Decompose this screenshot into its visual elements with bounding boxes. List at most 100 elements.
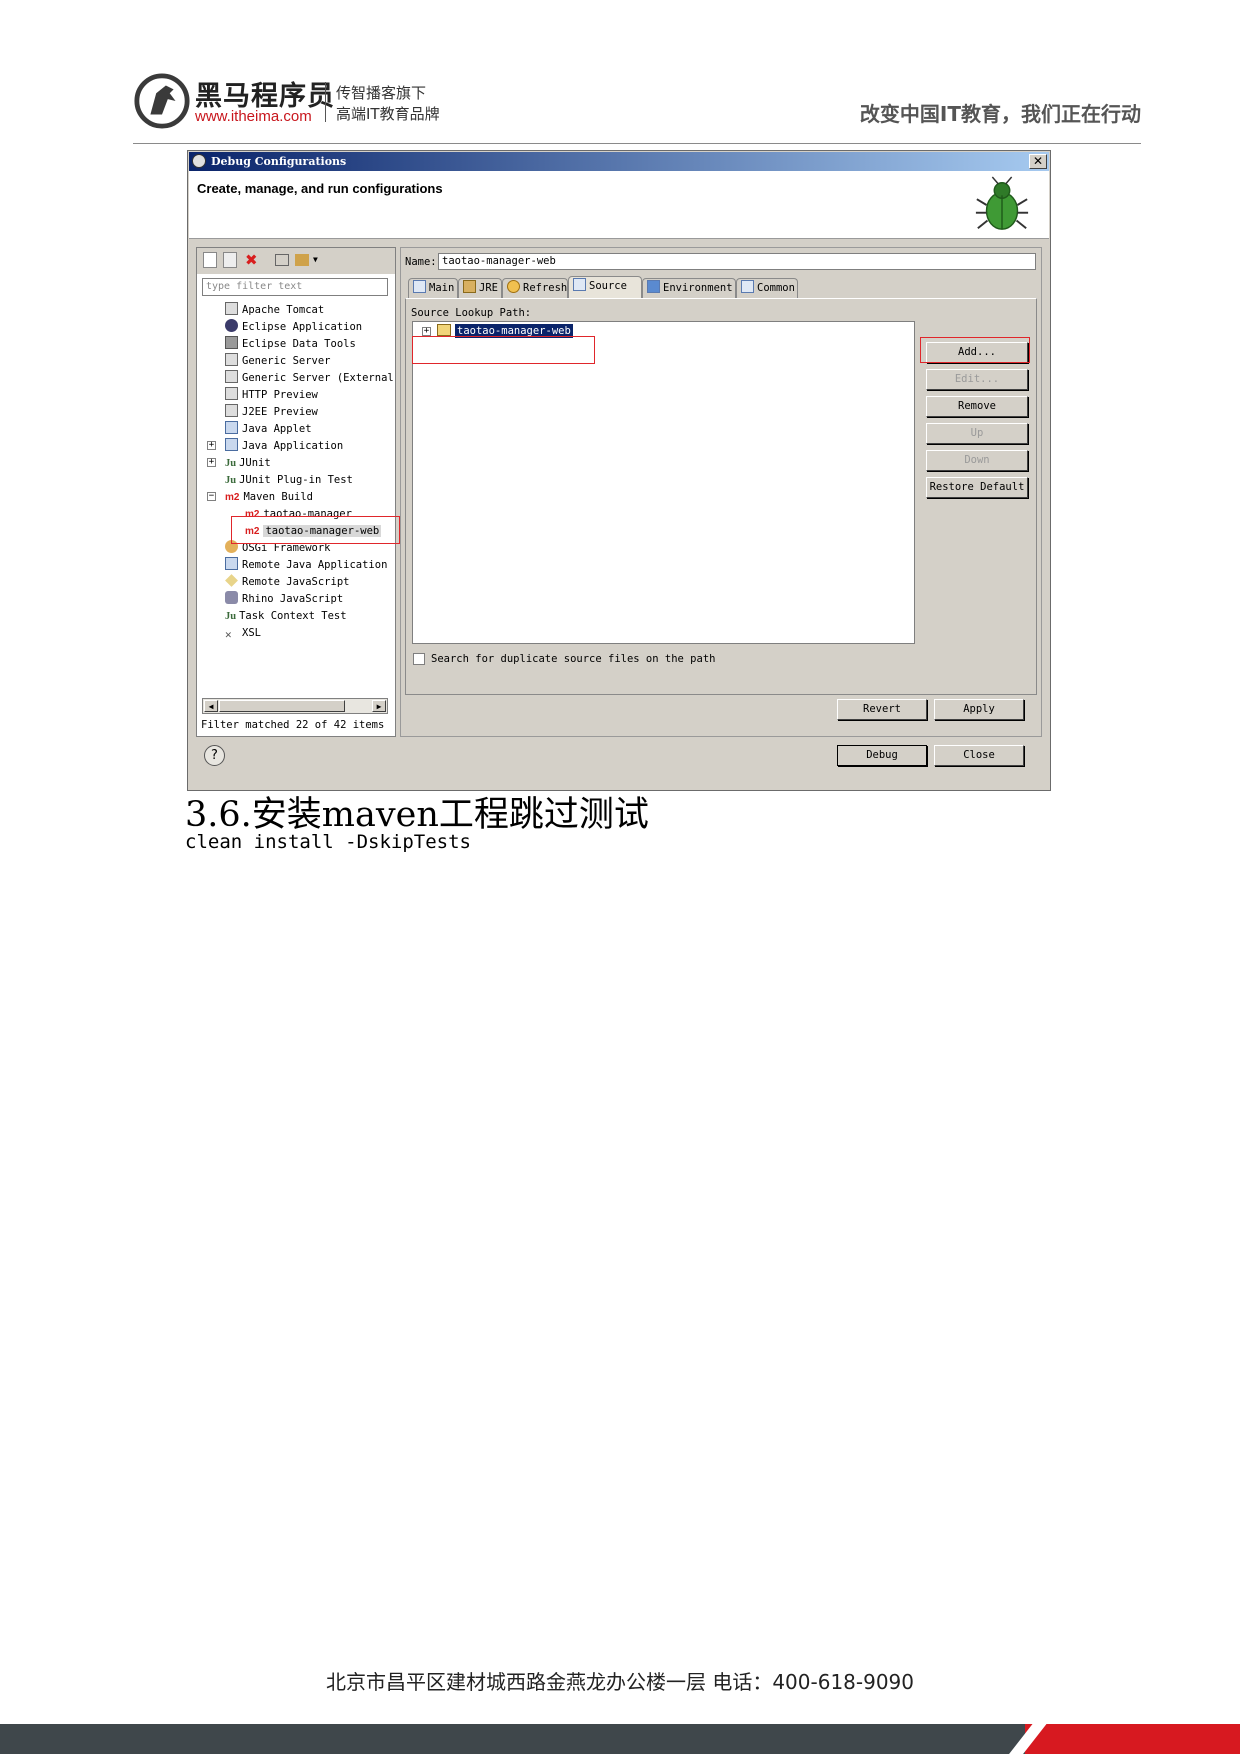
brand-tagline-2: 高端IT教育品牌 xyxy=(336,105,440,123)
tree-item-task-context-test[interactable]: Ju Task Context Test xyxy=(225,608,347,624)
expand-icon[interactable]: + xyxy=(207,458,216,467)
dialog-titlebar: Debug Configurations ✕ xyxy=(189,152,1049,171)
dialog-banner: Create, manage, and run configurations xyxy=(189,171,1049,239)
server-icon xyxy=(225,387,238,400)
dialog-title: Debug Configurations xyxy=(211,155,347,168)
remove-button[interactable]: Remove xyxy=(926,396,1028,417)
configuration-tree-panel: ✖ ▼ type filter text Apache Tomcat Eclip… xyxy=(196,247,400,737)
duplicate-search-checkbox[interactable] xyxy=(413,653,425,665)
duplicate-search-label: Search for duplicate source files on the… xyxy=(431,653,716,665)
configuration-detail-panel: Name: taotao-manager-web Main JRE Refres… xyxy=(400,247,1042,737)
tree-item-http-preview[interactable]: HTTP Preview xyxy=(225,387,318,403)
name-field[interactable]: taotao-manager-web xyxy=(438,253,1036,270)
highlight-box xyxy=(231,516,400,544)
tree-item-generic-server-external[interactable]: Generic Server (External xyxy=(225,370,394,386)
apply-button[interactable]: Apply xyxy=(934,699,1024,720)
tree-item-remote-javascript[interactable]: Remote JavaScript xyxy=(225,574,349,590)
name-label: Name: xyxy=(405,256,437,268)
highlight-box xyxy=(412,336,595,364)
expand-icon[interactable]: + xyxy=(207,441,216,450)
tree-item-java-applet[interactable]: Java Applet xyxy=(225,421,312,437)
restore-default-button[interactable]: Restore Default xyxy=(926,477,1028,498)
project-folder-icon xyxy=(437,324,451,336)
remote-java-icon xyxy=(225,557,238,570)
tab-jre[interactable]: JRE xyxy=(458,278,502,298)
tree-item-eclipse-application[interactable]: Eclipse Application xyxy=(225,319,362,335)
up-button[interactable]: Up xyxy=(926,423,1028,444)
source-tab-icon xyxy=(573,278,586,291)
header-slogan: 改变中国IT教育，我们正在行动 xyxy=(859,102,1141,126)
new-config-icon[interactable] xyxy=(203,252,217,268)
horse-logo-icon xyxy=(134,73,190,129)
java-app-icon xyxy=(225,438,238,451)
tree-item-java-application[interactable]: + Java Application xyxy=(207,438,343,454)
filter-dropdown-icon[interactable]: ▼ xyxy=(313,252,327,268)
tree-item-maven-build[interactable]: − m2 Maven Build xyxy=(207,489,313,505)
tree-item-eclipse-data-tools[interactable]: Eclipse Data Tools xyxy=(225,336,356,352)
scroll-right-icon[interactable]: ▶ xyxy=(372,700,386,712)
debug-bug-icon xyxy=(975,176,1029,230)
tab-refresh[interactable]: Refresh xyxy=(502,278,568,298)
junit-plugin-icon: Ju xyxy=(225,475,237,486)
tree-item-j2ee-preview[interactable]: J2EE Preview xyxy=(225,404,318,420)
revert-button[interactable]: Revert xyxy=(837,699,927,720)
debug-button[interactable]: Debug xyxy=(837,745,927,766)
debug-configurations-dialog: Debug Configurations ✕ Create, manage, a… xyxy=(187,150,1051,791)
section-heading: 3.6.安装maven工程跳过测试 xyxy=(185,795,649,835)
tree-item-apache-tomcat[interactable]: Apache Tomcat xyxy=(225,302,324,318)
tab-environment[interactable]: Environment xyxy=(642,278,736,298)
help-icon[interactable]: ? xyxy=(204,745,225,766)
tree-item-junit[interactable]: + Ju JUnit xyxy=(207,455,271,471)
delete-icon[interactable]: ✖ xyxy=(245,252,259,268)
tab-source[interactable]: Source xyxy=(568,276,642,298)
rhino-icon xyxy=(225,591,238,604)
filter-input[interactable]: type filter text xyxy=(202,278,388,296)
duplicate-icon[interactable] xyxy=(223,252,237,268)
brand-url: www.itheima.com xyxy=(195,108,312,125)
footer-red-accent xyxy=(1025,1724,1240,1754)
junit-icon: Ju xyxy=(225,458,237,469)
server-icon xyxy=(225,370,238,383)
main-tab-icon xyxy=(413,280,426,293)
server-icon xyxy=(225,404,238,417)
source-tab-content: Source Lookup Path: + taotao-manager-web… xyxy=(405,298,1037,695)
maven-command: clean install -DskipTests xyxy=(185,831,471,853)
tree-item-junit-plugin-test[interactable]: Ju JUnit Plug-in Test xyxy=(225,472,353,488)
collapse-icon[interactable]: − xyxy=(207,492,216,501)
tab-common[interactable]: Common xyxy=(736,278,798,298)
server-icon xyxy=(225,353,238,366)
footer-address: 北京市昌平区建材城西路金燕龙办公楼一层 电话：400-618-9090 xyxy=(325,1670,915,1694)
tab-main[interactable]: Main xyxy=(408,278,458,298)
tree-item-generic-server[interactable]: Generic Server xyxy=(225,353,331,369)
common-tab-icon xyxy=(741,280,754,293)
expand-icon[interactable]: + xyxy=(422,327,431,336)
down-button[interactable]: Down xyxy=(926,450,1028,471)
refresh-tab-icon xyxy=(507,280,520,293)
task-context-icon: Ju xyxy=(225,611,237,622)
collapse-all-icon[interactable] xyxy=(275,254,289,266)
server-icon xyxy=(225,302,238,315)
edit-button[interactable]: Edit... xyxy=(926,369,1028,390)
javascript-icon xyxy=(225,574,238,587)
filter-icon[interactable] xyxy=(295,254,309,266)
gear-icon xyxy=(192,154,206,168)
source-lookup-label: Source Lookup Path: xyxy=(411,307,532,319)
brand-tagline-1: 传智播客旗下 xyxy=(336,84,427,102)
environment-tab-icon xyxy=(647,280,660,293)
tree-horizontal-scrollbar[interactable]: ◀ ▶ xyxy=(202,698,388,714)
database-icon xyxy=(225,336,238,349)
source-lookup-list[interactable]: + taotao-manager-web xyxy=(412,321,915,644)
tree-item-rhino-javascript[interactable]: Rhino JavaScript xyxy=(225,591,343,607)
eclipse-icon xyxy=(225,319,238,332)
filter-status: Filter matched 22 of 42 items xyxy=(201,719,385,731)
tree-item-remote-java-application[interactable]: Remote Java Application xyxy=(225,557,387,573)
scroll-thumb[interactable] xyxy=(219,700,345,712)
close-icon[interactable]: ✕ xyxy=(1029,154,1047,169)
scroll-left-icon[interactable]: ◀ xyxy=(204,700,218,712)
page-header: 黑马程序员 www.itheima.com 传智播客旗下 高端IT教育品牌 改变… xyxy=(133,70,1141,144)
maven-icon: m2 xyxy=(225,492,240,503)
close-button[interactable]: Close xyxy=(934,745,1024,766)
logo-divider xyxy=(325,82,326,122)
tree-item-xsl[interactable]: ✕ XSL xyxy=(225,625,261,641)
tree-toolbar: ✖ ▼ xyxy=(197,248,395,274)
